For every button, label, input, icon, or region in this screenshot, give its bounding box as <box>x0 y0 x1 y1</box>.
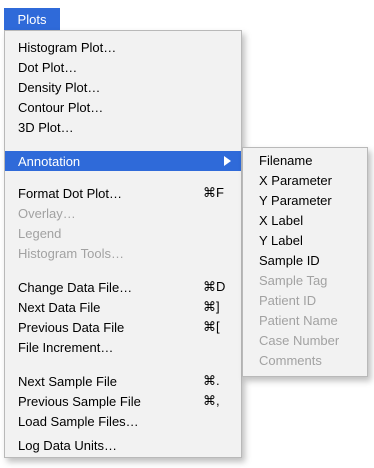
menu-item-next-data-file[interactable]: Next Data File ⌘] <box>5 297 241 317</box>
submenu-item-comments: Comments <box>259 352 322 368</box>
plots-menu: Histogram Plot… Dot Plot… Density Plot… … <box>4 30 242 458</box>
submenu-item-y-parameter[interactable]: Y Parameter <box>243 190 367 210</box>
submenu-item-patient-id: Patient ID <box>259 292 317 308</box>
menu-item-dot-plot[interactable]: Dot Plot… <box>5 57 241 77</box>
shortcut-change-data-file: ⌘D <box>203 279 226 294</box>
submenu-item-sample-id[interactable]: Sample ID <box>243 250 367 270</box>
menu-item-histogram-plot[interactable]: Histogram Plot… <box>5 37 241 57</box>
shortcut-format-dot-plot: ⌘F <box>203 185 224 200</box>
submenu-arrow-icon <box>224 156 231 166</box>
annotation-submenu: Filename X Parameter Y Parameter X Label… <box>242 147 368 377</box>
menu-item-log-data-units[interactable]: Log Data Units… <box>5 435 241 455</box>
shortcut-next-sample-file: ⌘. <box>203 373 220 388</box>
menu-item-annotation[interactable]: Annotation <box>5 151 241 171</box>
menu-item-file-increment[interactable]: File Increment… <box>5 337 241 357</box>
menu-item-legend: Legend <box>18 225 62 241</box>
submenu-item-sample-tag: Sample Tag <box>259 272 328 288</box>
menu-item-histogram-tools: Histogram Tools… <box>18 245 124 261</box>
submenu-item-case-number: Case Number <box>259 332 340 348</box>
shortcut-previous-sample-file: ⌘, <box>203 393 220 408</box>
submenu-item-filename[interactable]: Filename <box>243 150 367 170</box>
menu-item-contour-plot[interactable]: Contour Plot… <box>5 97 241 117</box>
submenu-item-y-label[interactable]: Y Label <box>243 230 367 250</box>
submenu-item-x-parameter[interactable]: X Parameter <box>243 170 367 190</box>
menu-item-3d-plot[interactable]: 3D Plot… <box>5 117 241 137</box>
shortcut-next-data-file: ⌘] <box>203 299 220 314</box>
menu-item-density-plot[interactable]: Density Plot… <box>5 77 241 97</box>
menu-item-change-data-file[interactable]: Change Data File… ⌘D <box>5 277 241 297</box>
menu-item-format-dot-plot[interactable]: Format Dot Plot… ⌘F <box>5 183 241 203</box>
menu-item-next-sample-file[interactable]: Next Sample File ⌘. <box>5 371 241 391</box>
menu-item-load-sample-files[interactable]: Load Sample Files… <box>5 411 241 431</box>
submenu-item-x-label[interactable]: X Label <box>243 210 367 230</box>
menu-item-previous-sample-file[interactable]: Previous Sample File ⌘, <box>5 391 241 411</box>
menu-item-overlay: Overlay… <box>18 205 76 221</box>
shortcut-previous-data-file: ⌘[ <box>203 319 220 334</box>
plots-menu-title[interactable]: Plots <box>4 8 60 30</box>
menu-item-previous-data-file[interactable]: Previous Data File ⌘[ <box>5 317 241 337</box>
submenu-item-patient-name: Patient Name <box>259 312 338 328</box>
